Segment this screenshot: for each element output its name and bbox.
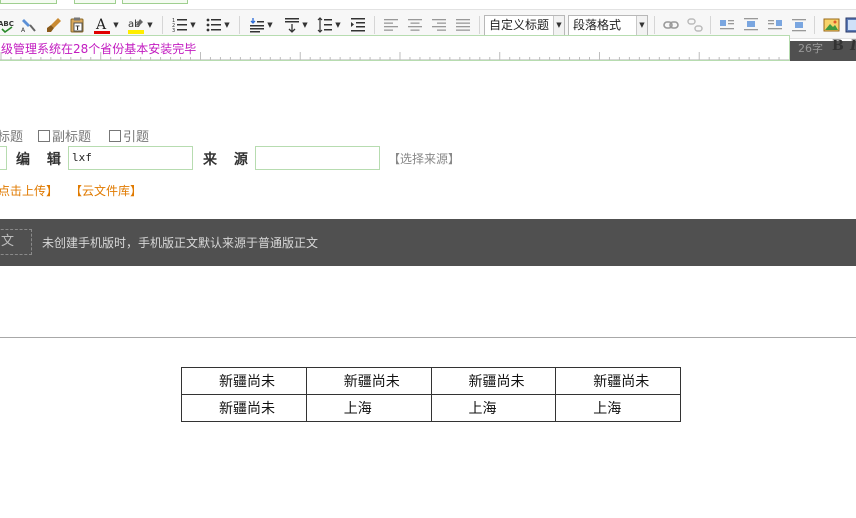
vertical-align-icon[interactable]: ▼	[281, 16, 311, 34]
table-cell[interactable]: 新疆尚未	[430, 367, 557, 395]
italic-button[interactable]: I	[850, 38, 856, 54]
image-left-icon[interactable]	[718, 16, 736, 34]
editor-field[interactable]: lxf	[68, 146, 193, 170]
highlight-color-icon[interactable]: ab ▼	[125, 16, 155, 34]
toolbar-separator	[710, 16, 711, 34]
bold-button[interactable]: B	[832, 38, 844, 54]
title-ruler	[0, 52, 789, 60]
paste-text-icon[interactable]: T	[68, 16, 86, 34]
paint-brush-icon[interactable]	[45, 16, 63, 34]
image-right-icon[interactable]	[766, 16, 784, 34]
source-field[interactable]	[255, 146, 380, 170]
svg-text:A: A	[21, 27, 26, 33]
ordered-list-icon[interactable]: 123 ▼	[170, 16, 198, 34]
toolbar-separator	[374, 16, 375, 34]
character-count: 26字	[798, 42, 823, 55]
horizontal-rule	[0, 337, 856, 338]
align-left-icon[interactable]	[382, 16, 400, 34]
table-cell[interactable]: 上海	[555, 394, 681, 422]
toolbar-separator	[814, 16, 815, 34]
lead-title-checkbox[interactable]: 引题	[109, 126, 149, 145]
media-icon[interactable]	[845, 16, 856, 34]
font-color-icon[interactable]: A ▼	[91, 16, 121, 34]
svg-text:A: A	[95, 17, 107, 33]
choose-source-link[interactable]: 【选择来源】	[388, 150, 460, 167]
top-tab-stub[interactable]	[122, 0, 188, 4]
title-type-checkbox[interactable]: 标题	[0, 126, 23, 145]
checkbox-label: 标题	[0, 130, 24, 145]
editor-field-value: lxf	[72, 151, 92, 164]
chevron-down-icon: ▼	[636, 16, 647, 35]
content-table[interactable]: 新疆尚未 新疆尚未 新疆尚未 新疆尚未 新疆尚未 上海 上海 上海	[181, 367, 681, 422]
table-cell[interactable]: 新疆尚未	[181, 367, 307, 395]
checkbox-square[interactable]	[38, 129, 50, 142]
paragraph-format-select[interactable]: 段落格式 ▼	[568, 15, 648, 36]
mobile-note: 未创建手机版时，手机版正文默认来源于普通版正文	[42, 236, 319, 250]
previous-field-edge[interactable]	[0, 146, 7, 170]
subtitle-checkbox[interactable]: 副标题	[38, 126, 91, 145]
paragraph-spacing-icon[interactable]: ▼	[246, 16, 276, 34]
table-cell[interactable]: 上海	[305, 394, 432, 422]
editor-label: 编 辑	[16, 152, 67, 168]
toolbar-separator	[162, 16, 163, 34]
align-justify-icon[interactable]	[454, 16, 472, 34]
heading-select[interactable]: 自定义标题 ▼	[484, 15, 565, 36]
source-label: 来 源	[203, 152, 254, 168]
image-center-icon[interactable]	[742, 16, 760, 34]
image-none-icon[interactable]	[790, 16, 808, 34]
toolbar-separator	[654, 16, 655, 34]
table-cell[interactable]: 新疆尚未	[305, 367, 432, 395]
spellcheck-icon[interactable]: ABC	[0, 16, 16, 34]
unlink-icon[interactable]	[686, 16, 704, 34]
link-icon[interactable]	[662, 16, 680, 34]
toolbar-separator	[479, 16, 480, 34]
indent-icon[interactable]	[349, 16, 367, 34]
cloud-library-link[interactable]: 【云文件库】	[70, 182, 142, 199]
paragraph-select-value: 段落格式	[573, 18, 622, 32]
table-cell[interactable]: 新疆尚未	[181, 394, 307, 422]
upload-link[interactable]: 点击上传】	[0, 182, 58, 199]
checkbox-label: 引题	[123, 130, 150, 145]
top-tab-stub[interactable]	[74, 0, 116, 4]
table-cell[interactable]: 新疆尚未	[555, 367, 681, 395]
insert-image-icon[interactable]	[822, 16, 840, 34]
table-row: 新疆尚未 新疆尚未 新疆尚未 新疆尚未	[181, 367, 681, 395]
top-tab-stub[interactable]	[0, 0, 57, 4]
line-height-icon[interactable]: ▼	[314, 16, 344, 34]
unordered-list-icon[interactable]: ▼	[203, 16, 233, 34]
checkbox-label: 副标题	[52, 130, 92, 145]
svg-text:3: 3	[172, 28, 175, 33]
checkbox-square[interactable]	[109, 129, 121, 142]
format-brush-icon[interactable]: A	[20, 16, 38, 34]
heading-select-value: 自定义标题	[489, 18, 550, 32]
table-row: 新疆尚未 上海 上海 上海	[181, 394, 681, 422]
chevron-down-icon: ▼	[553, 16, 564, 35]
toolbar-separator	[239, 16, 240, 34]
align-center-icon[interactable]	[406, 16, 424, 34]
mobile-body-button[interactable]: 文	[0, 229, 32, 255]
align-right-icon[interactable]	[430, 16, 448, 34]
title-input[interactable]: 级管理系统在28个省份基本安装完毕	[0, 35, 790, 61]
table-cell[interactable]: 上海	[430, 394, 557, 422]
